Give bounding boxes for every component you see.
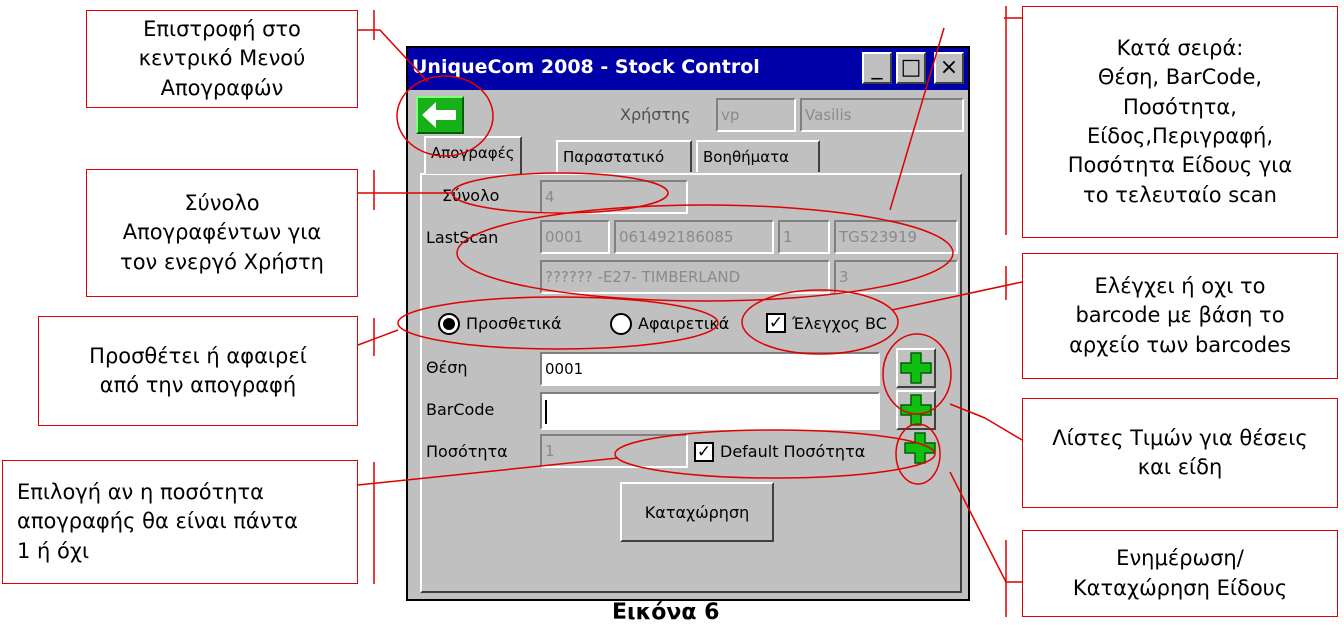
close-button[interactable]: × [934,52,964,84]
quantity-label: Ποσότητα [426,442,508,461]
position-input[interactable]: 0001 [540,352,880,386]
lastscan-barcode: 061492186085 [614,220,774,254]
user-label: Χρήστης [620,105,691,124]
default-qty-checkbox[interactable]: ✓ [694,442,714,462]
back-button[interactable] [416,96,464,134]
submit-button[interactable]: Καταχώρηση [620,482,774,542]
tab-tools[interactable]: Βοηθήματα [696,140,820,172]
radio-add[interactable] [438,313,460,335]
default-qty-label: Default Ποσότητα [720,442,866,461]
radio-selected-dot [443,318,455,330]
text-caret [545,400,547,424]
lastscan-description: ?????? -E27- TIMBERLAND [540,260,830,294]
maximize-button[interactable]: □ [896,52,926,84]
figure-caption: Εικόνα 6 [612,600,720,625]
lastscan-item: TG523919 [834,220,958,254]
tab-inventories[interactable]: Απογραφές [424,136,522,174]
check-bc-label: Έλεγχος BC [792,314,887,333]
check-bc-checkbox[interactable]: ✓ [766,313,786,333]
callout-default-qty: Επιλογή αν η ποσότητα απογραφής θα είναι… [2,460,358,584]
tab-document[interactable]: Παραστατικό [556,140,692,172]
line-addsub [357,329,399,346]
callout-lists: Λίστες Τιμών για θέσεις και είδη [1022,398,1338,508]
quantity-field[interactable]: 1 [540,434,688,468]
radio-subtract[interactable] [610,313,632,335]
minimize-button[interactable]: _ [862,52,892,84]
green-plus-icon [900,352,932,384]
green-plus-icon [900,394,932,426]
user-code-field: vp [716,98,796,132]
lastscan-label: LastScan [426,228,499,247]
title-bar: UniqueCom 2008 - Stock Control _ □ × [408,48,968,90]
callout-check-bc: Ελέγχει ή οχι το barcode με βάση το αρχε… [1022,253,1338,379]
green-plus-icon [904,432,936,464]
lastscan-item-quantity: 3 [834,260,958,294]
total-field: 4 [540,180,688,214]
total-label: Σύνολο [442,186,500,205]
callout-back: Επιστροφή στο κεντρικό Μενού Απογραφών [86,10,358,108]
user-name-field: Vasilis [800,98,964,132]
barcode-label: BarCode [426,400,495,419]
line-lists [984,417,1023,441]
barcode-input[interactable] [540,392,880,430]
window-title: UniqueCom 2008 - Stock Control [412,56,760,78]
barcode-lookup-button[interactable] [896,390,936,430]
callout-update: Ενημέρωση/ Καταχώρηση Είδους [1022,530,1338,617]
lastscan-quantity: 1 [778,220,830,254]
callout-addsub: Προσθέτει ή αφαιρεί από την απογραφή [38,316,358,426]
callout-lastscan: Κατά σειρά: Θέση, BarCode, Ποσότητα, Είδ… [1022,6,1338,238]
position-lookup-button[interactable] [896,348,936,388]
callout-total: Σύνολο Απογραφέντων για τον ενεργό Χρήστ… [86,169,358,297]
radio-subtract-label: Αφαιρετικά [638,314,730,333]
position-label: Θέση [426,358,468,377]
arrow-left-icon [422,102,456,128]
radio-add-label: Προσθετικά [466,314,562,333]
update-item-button[interactable] [902,430,942,470]
lastscan-position: 0001 [540,220,610,254]
app-window: UniqueCom 2008 - Stock Control _ □ × Χρή… [406,46,970,601]
